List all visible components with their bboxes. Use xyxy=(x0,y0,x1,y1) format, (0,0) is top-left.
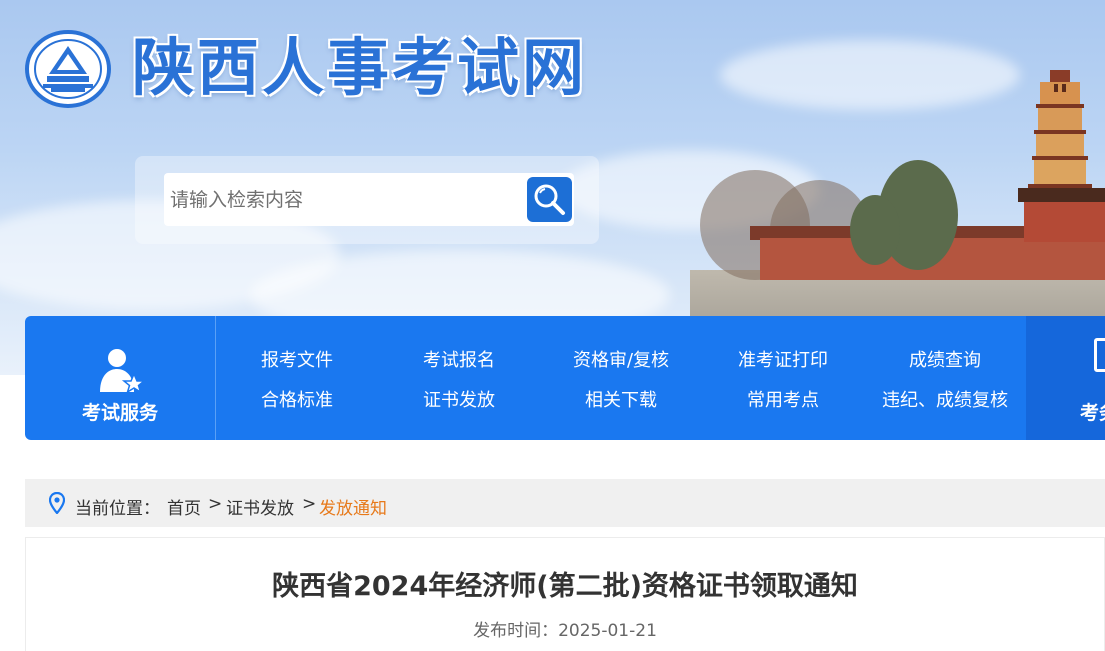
nav-link-certificate-issue[interactable]: 证书发放 xyxy=(423,386,495,412)
nav-link-downloads[interactable]: 相关下载 xyxy=(585,386,657,412)
pagoda-image xyxy=(1018,70,1105,242)
nav-link-admission-ticket[interactable]: 准考证打印 xyxy=(738,346,828,372)
search-icon xyxy=(534,184,565,215)
logo-emblem xyxy=(25,30,111,108)
breadcrumb-home[interactable]: 首页 xyxy=(167,494,201,519)
exam-affairs-label: 考务 xyxy=(1080,402,1105,424)
nav-link-exam-signup[interactable]: 考试报名 xyxy=(423,346,495,372)
article-date: 发布时间：2025-01-21 xyxy=(25,616,1105,641)
search-button[interactable] xyxy=(527,177,572,222)
nav-divider xyxy=(215,316,216,440)
search-input[interactable] xyxy=(164,173,574,226)
nav-link-score-query[interactable]: 成绩查询 xyxy=(909,346,981,372)
site-title: 陕西人事考试网 xyxy=(132,31,588,104)
breadcrumb-current[interactable]: 发放通知 xyxy=(319,494,387,519)
breadcrumb-label: 当前位置： xyxy=(75,499,160,519)
date-value: 2025-01-21 xyxy=(558,621,657,641)
nav-link-violation-review[interactable]: 违纪、成绩复核 xyxy=(882,386,1008,412)
date-label: 发布时间： xyxy=(473,621,559,641)
article-title: 陕西省2024年经济师(第二批)资格证书领取通知 xyxy=(272,571,858,602)
nav-link-pass-standard[interactable]: 合格标准 xyxy=(261,386,333,412)
document-icon xyxy=(1094,338,1105,372)
nav-link-registration-docs[interactable]: 报考文件 xyxy=(261,346,333,372)
nav-link-exam-sites[interactable]: 常用考点 xyxy=(747,386,819,412)
nav-link-qualification-review[interactable]: 资格审/复核 xyxy=(573,346,669,372)
breadcrumb-separator: > xyxy=(302,494,317,514)
location-pin-icon xyxy=(49,492,65,514)
breadcrumb-section[interactable]: 证书发放 xyxy=(226,494,294,519)
breadcrumb-separator: > xyxy=(208,494,223,514)
exam-service-label: 考试服务 xyxy=(81,402,158,424)
user-star-icon xyxy=(100,349,146,392)
